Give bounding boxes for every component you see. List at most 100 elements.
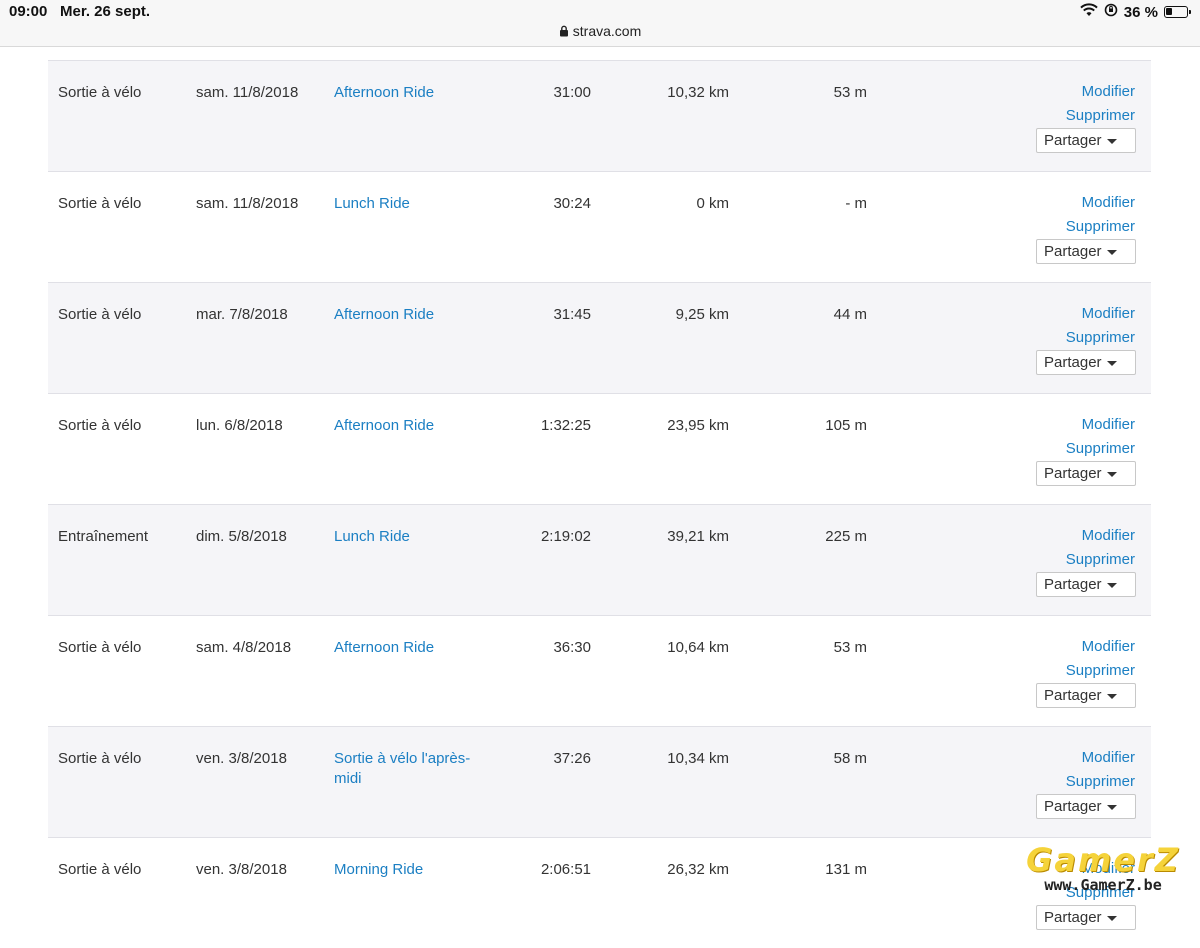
activity-date: sam. 11/8/2018: [196, 84, 299, 101]
edit-link[interactable]: Modifier: [1082, 305, 1135, 322]
share-dropdown[interactable]: Partager: [1036, 350, 1136, 375]
activity-date: sam. 11/8/2018: [196, 195, 299, 212]
activity-time: 37:26: [553, 750, 591, 767]
activity-distance: 23,95 km: [667, 417, 729, 434]
share-label: Partager: [1044, 132, 1102, 149]
delete-link[interactable]: Supprimer: [1066, 329, 1135, 346]
caret-down-icon: [1107, 694, 1117, 699]
activity-type: Sortie à vélo: [58, 195, 142, 212]
caret-down-icon: [1107, 805, 1117, 810]
activity-type: Sortie à vélo: [58, 84, 142, 101]
table-row: Sortie à vélo lun. 6/8/2018 Afternoon Ride…: [48, 393, 1151, 504]
activity-title-link[interactable]: Afternoon Ride: [334, 83, 484, 103]
edit-link[interactable]: Modifier: [1082, 83, 1135, 100]
status-date: Mer. 26 sept.: [60, 3, 151, 20]
table-row: Sortie à vélo sam. 4/8/2018 Afternoon Ride…: [48, 615, 1151, 726]
activity-distance: 10,64 km: [667, 639, 729, 656]
activity-distance: 10,32 km: [667, 84, 729, 101]
share-dropdown[interactable]: Partager: [1036, 461, 1136, 486]
caret-down-icon: [1107, 250, 1117, 255]
share-label: Partager: [1044, 909, 1102, 926]
activity-date: lun. 6/8/2018: [196, 417, 283, 434]
table-row: Sortie à vélo ven. 3/8/2018 Morning Ride 2:…: [48, 837, 1151, 948]
address-bar[interactable]: strava.com: [0, 23, 1200, 40]
activity-elevation: 105 m: [825, 417, 867, 434]
caret-down-icon: [1107, 139, 1117, 144]
activity-distance: 10,34 km: [667, 750, 729, 767]
activity-table: Sortie à vélo sam. 11/8/2018 Afternoon Rid…: [48, 60, 1151, 948]
activity-elevation: 44 m: [833, 306, 867, 323]
share-dropdown[interactable]: Partager: [1036, 128, 1136, 153]
activity-distance: 26,32 km: [667, 861, 729, 878]
activity-title-link[interactable]: Afternoon Ride: [334, 305, 484, 325]
status-indicators: 36 %: [1080, 2, 1191, 22]
activity-elevation: - m: [845, 195, 867, 212]
activity-type: Sortie à vélo: [58, 417, 142, 434]
activity-title-link[interactable]: Morning Ride: [334, 860, 484, 880]
watermark-brand: GamerZ: [1026, 841, 1180, 879]
activity-elevation: 58 m: [833, 750, 867, 767]
share-dropdown[interactable]: Partager: [1036, 239, 1136, 264]
status-time: 09:00: [9, 3, 48, 20]
activity-time: 31:45: [553, 306, 591, 323]
share-dropdown[interactable]: Partager: [1036, 683, 1136, 708]
activity-elevation: 225 m: [825, 528, 867, 545]
activity-elevation: 53 m: [833, 84, 867, 101]
caret-down-icon: [1107, 361, 1117, 366]
delete-link[interactable]: Supprimer: [1066, 773, 1135, 790]
edit-link[interactable]: Modifier: [1082, 416, 1135, 433]
activity-elevation: 131 m: [825, 861, 867, 878]
share-dropdown[interactable]: Partager: [1036, 572, 1136, 597]
activity-title-link[interactable]: Afternoon Ride: [334, 416, 484, 436]
activity-time: 2:06:51: [540, 861, 591, 878]
activity-elevation: 53 m: [833, 639, 867, 656]
activity-type: Sortie à vélo: [58, 639, 142, 656]
activity-type: Sortie à vélo: [58, 306, 142, 323]
delete-link[interactable]: Supprimer: [1066, 440, 1135, 457]
lock-icon: [559, 24, 569, 40]
battery-icon: [1164, 6, 1191, 18]
table-row: Sortie à vélo ven. 3/8/2018 Sortie à vélo …: [48, 726, 1151, 837]
watermark-url: www.GamerZ.be: [1044, 876, 1162, 894]
watermark: GamerZ www.GamerZ.be: [1026, 843, 1180, 893]
activity-date: sam. 4/8/2018: [196, 639, 292, 656]
delete-link[interactable]: Supprimer: [1066, 107, 1135, 124]
activity-time: 36:30: [553, 639, 591, 656]
delete-link[interactable]: Supprimer: [1066, 218, 1135, 235]
activity-time: 31:00: [553, 84, 591, 101]
activity-type: Sortie à vélo: [58, 861, 142, 878]
share-dropdown[interactable]: Partager: [1036, 905, 1136, 930]
share-dropdown[interactable]: Partager: [1036, 794, 1136, 819]
battery-level: [1166, 8, 1172, 15]
activity-title-link[interactable]: Sortie à vélo l'après-midi: [334, 749, 484, 789]
activity-title-link[interactable]: Lunch Ride: [334, 194, 484, 214]
caret-down-icon: [1107, 472, 1117, 477]
edit-link[interactable]: Modifier: [1082, 749, 1135, 766]
delete-link[interactable]: Supprimer: [1066, 551, 1135, 568]
share-label: Partager: [1044, 798, 1102, 815]
caret-down-icon: [1107, 916, 1117, 921]
activity-title-link[interactable]: Afternoon Ride: [334, 638, 484, 658]
edit-link[interactable]: Modifier: [1082, 527, 1135, 544]
activity-date: ven. 3/8/2018: [196, 861, 287, 878]
rotation-lock-icon: [1104, 3, 1118, 21]
caret-down-icon: [1107, 583, 1117, 588]
activity-title-link[interactable]: Lunch Ride: [334, 527, 484, 547]
share-label: Partager: [1044, 243, 1102, 260]
activity-distance: 39,21 km: [667, 528, 729, 545]
status-bar: 09:00 Mer. 26 sept. 36 % strava.com: [0, 0, 1200, 47]
activity-distance: 9,25 km: [675, 306, 729, 323]
activity-date: dim. 5/8/2018: [196, 528, 287, 545]
activity-type: Entraînement: [58, 528, 149, 545]
activity-time: 30:24: [553, 195, 591, 212]
edit-link[interactable]: Modifier: [1082, 194, 1135, 211]
share-label: Partager: [1044, 687, 1102, 704]
table-row: Sortie à vélo sam. 11/8/2018 Lunch Ride 30:…: [48, 171, 1151, 282]
share-label: Partager: [1044, 576, 1102, 593]
wifi-icon: [1080, 3, 1098, 21]
edit-link[interactable]: Modifier: [1082, 638, 1135, 655]
delete-link[interactable]: Supprimer: [1066, 662, 1135, 679]
activity-time: 2:19:02: [540, 528, 591, 545]
activity-date: mar. 7/8/2018: [196, 306, 288, 323]
activity-distance: 0 km: [696, 195, 729, 212]
